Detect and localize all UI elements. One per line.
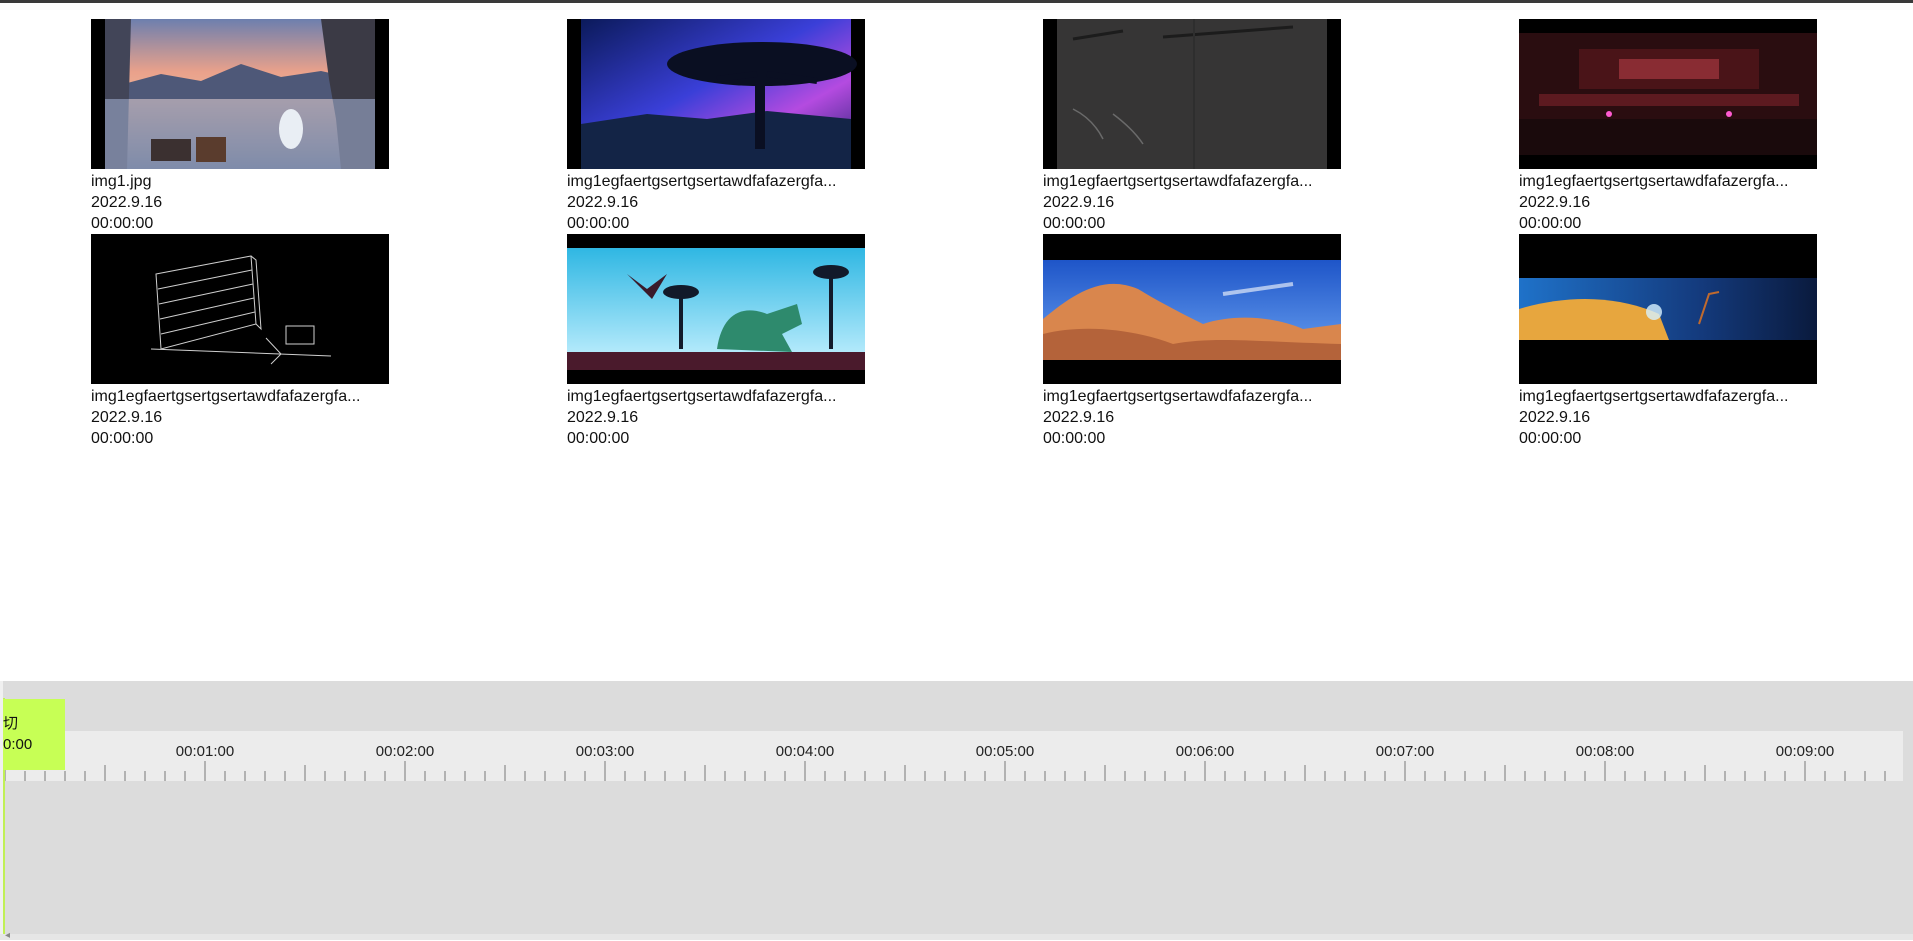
media-name: img1egfaertgsertgsertawdfafazergfa... [1519,173,1789,190]
scroll-left-arrow-icon[interactable]: ◂ [5,930,10,941]
media-date: 2022.9.16 [567,194,639,211]
timeline-panel[interactable]: 00:01:00 00:02:00 00:03:00 00:04:00 00:05:00… [0,681,1913,941]
media-time: 00:00:00 [91,215,154,232]
media-name: img1egfaertgsertgsertawdfafazergfa... [1519,388,1789,405]
media-time: 00:00:00 [567,430,630,447]
ruler-label: 00:01:00 [175,743,235,760]
media-time: 00:00:00 [1519,430,1582,447]
media-card[interactable]: img1egfaertgsertgsertawdfafazergfa... 20… [91,234,391,449]
marker-time: 0:00 [3,736,33,753]
planet-horizon-thumbnail[interactable] [1519,234,1817,384]
media-card[interactable]: img1egfaertgsertgsertawdfafazergfa... 20… [1043,234,1343,449]
horizontal-scrollbar[interactable]: ◂ [0,930,1913,941]
media-date: 2022.9.16 [1043,194,1115,211]
ruler-label: 00:04:00 [775,743,835,760]
media-name: img1egfaertgsertgsertawdfafazergfa... [91,388,361,405]
harbor-sunset-thumbnail[interactable] [91,19,389,169]
neon-street-thumbnail[interactable] [1519,19,1817,169]
media-card[interactable]: img1egfaertgsertgsertawdfafazergfa... 20… [567,19,867,234]
media-card[interactable]: img1egfaertgsertgsertawdfafazergfa... 20… [567,234,867,449]
media-date: 2022.9.16 [91,409,163,426]
media-date: 2022.9.16 [1519,194,1591,211]
desert-rocks-thumbnail[interactable] [1043,234,1341,384]
media-card[interactable]: img1egfaertgsertgsertawdfafazergfa... 20… [1043,19,1343,234]
media-card[interactable]: img1egfaertgsertgsertawdfafazergfa... 20… [1519,234,1819,449]
ruler-label: 00:07:00 [1375,743,1435,760]
media-time: 00:00:00 [1519,215,1582,232]
media-name: img1.jpg [91,173,152,190]
media-date: 2022.9.16 [1519,409,1591,426]
media-date: 2022.9.16 [1043,409,1115,426]
concrete-wall-thumbnail[interactable] [1043,19,1341,169]
media-name: img1egfaertgsertgsertawdfafazergfa... [567,388,837,405]
media-time: 00:00:00 [567,215,630,232]
ruler-label: 00:06:00 [1175,743,1235,760]
media-card[interactable]: img1egfaertgsertgsertawdfafazergfa... 20… [1519,19,1819,234]
ruler-label: 00:03:00 [575,743,635,760]
media-name: img1egfaertgsertgsertawdfafazergfa... [1043,388,1313,405]
media-name: img1egfaertgsertgsertawdfafazergfa... [1043,173,1313,190]
line-sketch-shelf-thumbnail[interactable] [91,234,389,384]
ruler-label: 00:02:00 [375,743,435,760]
ruler-label: 00:08:00 [1575,743,1635,760]
media-time: 00:00:00 [1043,430,1106,447]
media-date: 2022.9.16 [91,194,163,211]
cut-marker[interactable]: 切 0:00 [3,699,65,770]
time-ruler[interactable]: 00:01:00 00:02:00 00:03:00 00:04:00 00:05:00… [3,731,1903,781]
media-card[interactable]: img1.jpg 2022.9.16 00:00:00 [91,19,391,234]
media-date: 2022.9.16 [567,409,639,426]
dinosaur-eagle-thumbnail[interactable] [567,234,865,384]
media-grid: img1.jpg 2022.9.16 00:00:00 img1egfaertg… [0,0,1913,680]
media-time: 00:00:00 [1043,215,1106,232]
media-time: 00:00:00 [91,430,154,447]
ruler-label: 00:09:00 [1775,743,1835,760]
aurora-tree-thumbnail[interactable] [567,19,865,169]
ruler-label: 00:05:00 [975,743,1035,760]
marker-label: 切 [3,715,19,732]
media-name: img1egfaertgsertgsertawdfafazergfa... [567,173,837,190]
